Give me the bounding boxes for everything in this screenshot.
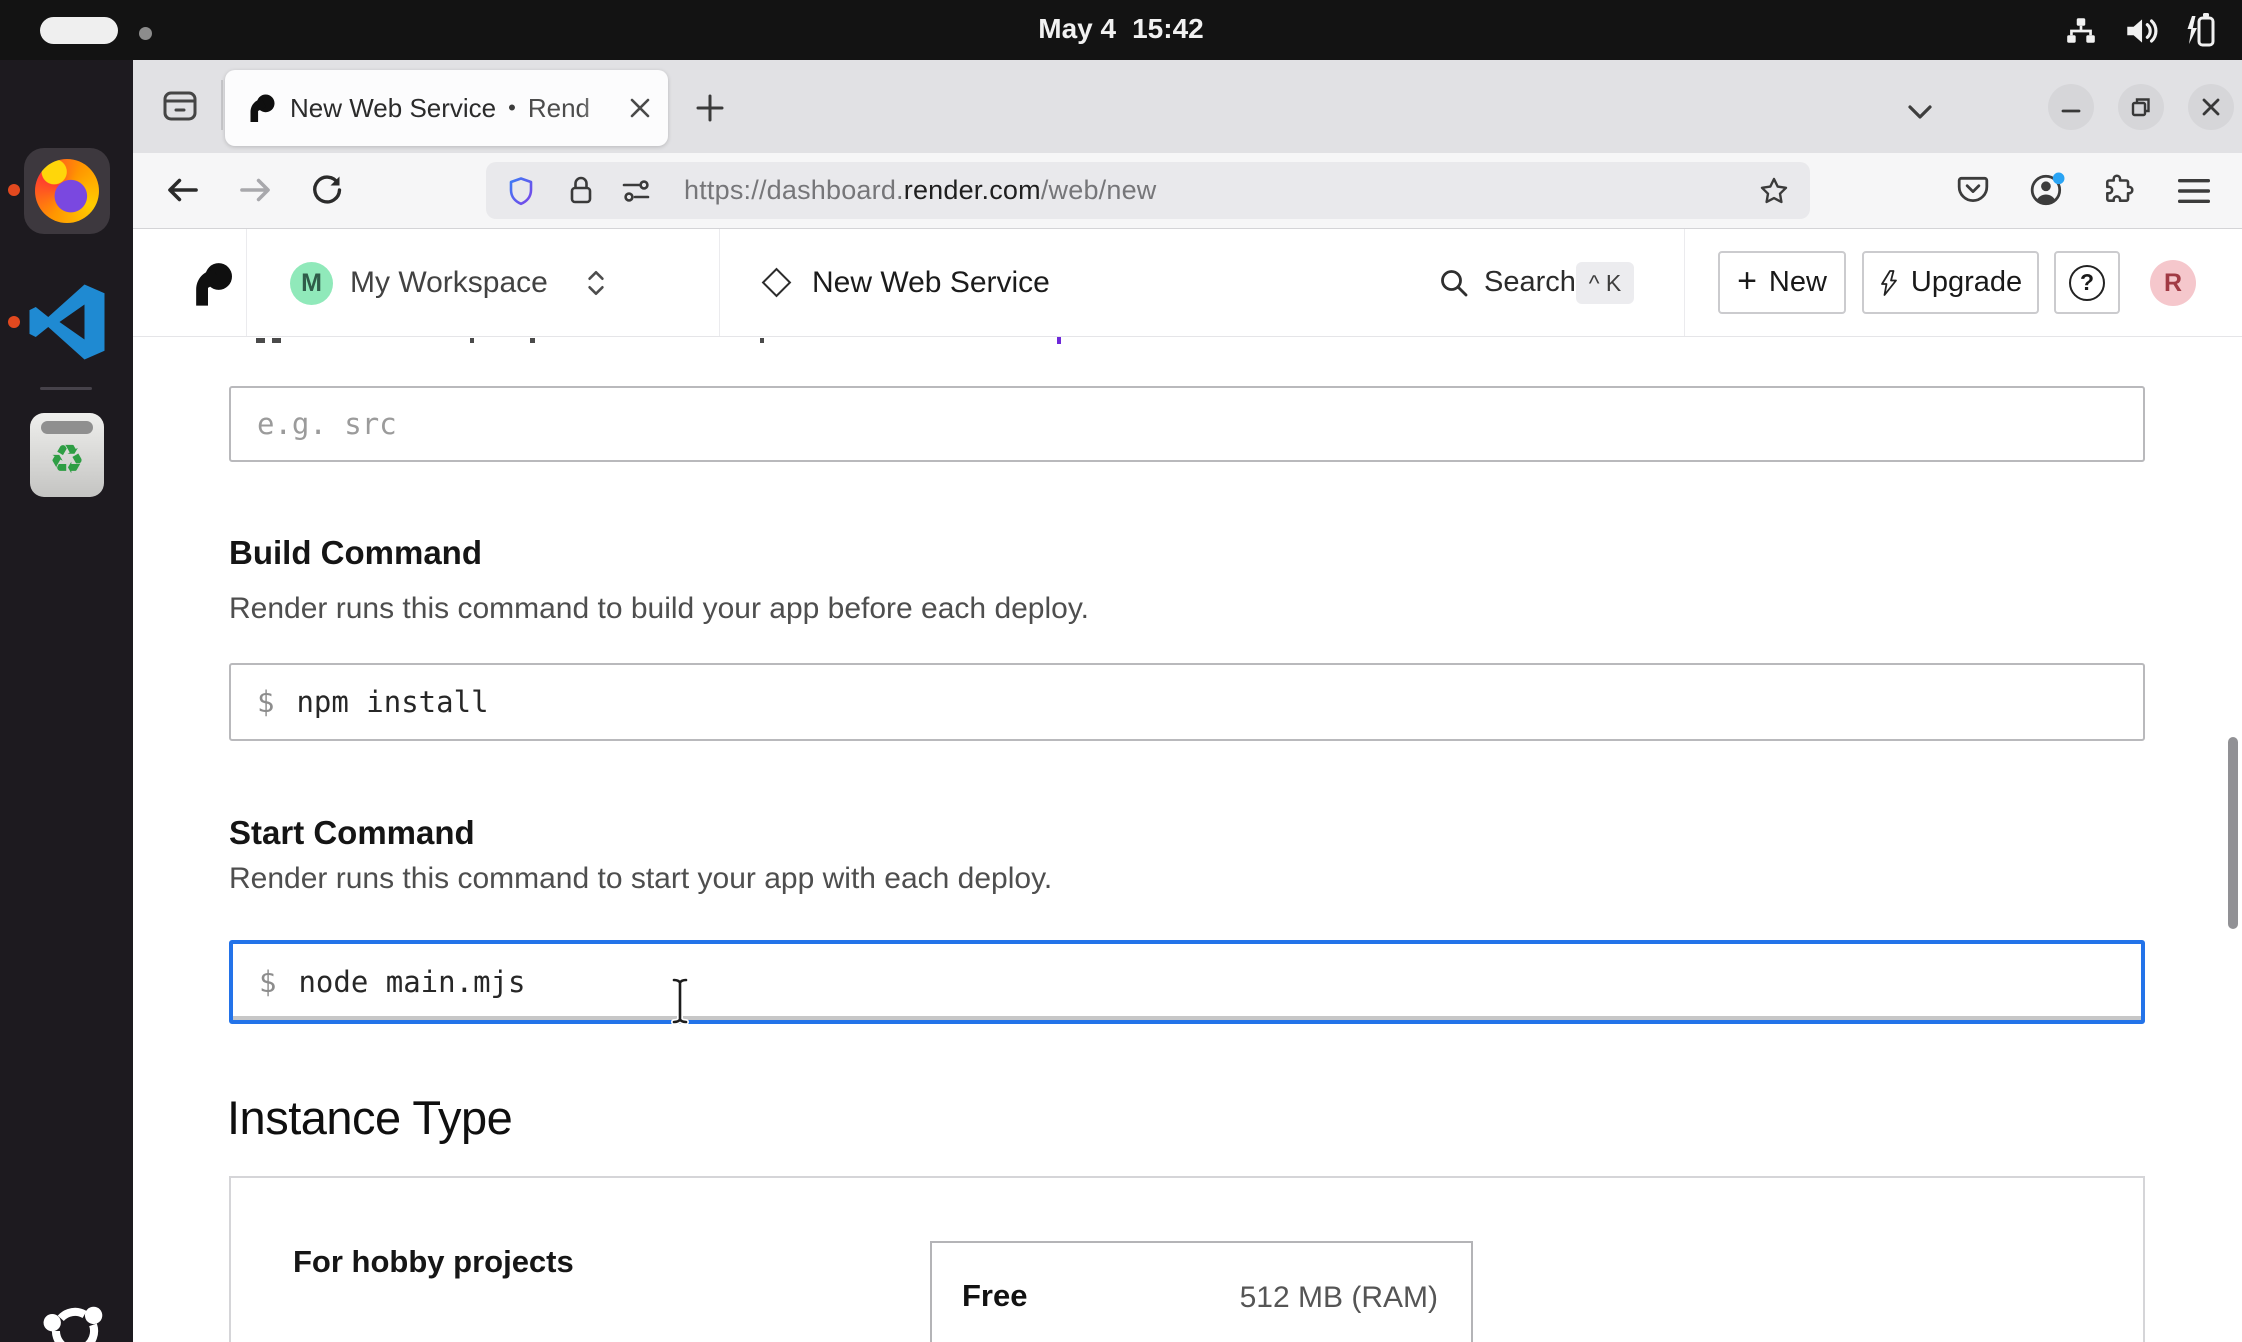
tab-close-icon[interactable] [628,96,652,120]
shell-prompt: $ [257,685,274,719]
build-command-description: Render runs this command to build your a… [229,592,1089,626]
reload-icon[interactable] [308,172,344,208]
build-command-value: npm install [296,685,488,719]
clipped-text-fragment [470,338,474,343]
text-cursor-pointer [666,976,694,1026]
dock-item-firefox[interactable] [24,148,110,234]
tabbar-separator [221,80,223,130]
instance-type-title: Instance Type [227,1090,512,1145]
page-title: New Web Service [812,229,1050,336]
start-command-title: Start Command [229,814,475,852]
lightning-bolt-icon [1879,269,1899,297]
forward-icon[interactable] [236,171,274,209]
start-command-description: Render runs this command to start your a… [229,862,1052,896]
dock: ♻ [0,60,133,1342]
window-minimize-button[interactable] [2048,84,2094,130]
list-all-tabs-chevron-icon[interactable] [1902,94,1938,130]
hamburger-menu-icon[interactable] [2176,178,2212,204]
minimize-icon [2060,96,2082,118]
help-button[interactable]: ? [2054,251,2120,314]
account-icon[interactable] [2028,172,2066,208]
clipped-text-fragment [530,338,535,343]
clipped-text-fragment [272,338,281,343]
firefox-icon [35,159,99,223]
workspace-select-chevrons-icon[interactable] [584,268,608,298]
extensions-puzzle-icon[interactable] [2102,172,2136,206]
instance-group-label: For hobby projects [293,1244,574,1280]
clock-time: 15:42 [1132,13,1204,45]
restore-icon [2129,95,2153,119]
tab-title-fade [580,76,630,140]
workspace-avatar[interactable]: M [290,262,333,305]
close-icon [2200,96,2222,118]
new-button[interactable]: + New [1718,251,1846,314]
workspace-indicator-dot[interactable] [139,27,152,40]
search-button[interactable]: Search [1484,229,1576,336]
recycle-icon: ♻ [30,437,104,483]
start-command-input[interactable]: $ node main.mjs [229,940,2145,1024]
trash-lid [41,421,93,434]
workspace-switcher[interactable]: My Workspace [350,229,548,336]
start-command-value: node main.mjs [298,965,525,999]
header-divider [1684,229,1685,336]
firefox-running-dot [8,184,20,196]
header-divider [719,229,720,336]
network-icon[interactable] [2064,14,2098,48]
url-subdomain: https://dashboard. [684,175,904,206]
window-close-button[interactable] [2188,84,2234,130]
window-restore-button[interactable] [2118,84,2164,130]
render-favicon [247,94,275,122]
back-icon[interactable] [164,171,202,209]
search-shortcut-badge: ^ K [1576,262,1634,304]
clipped-text-fragment [760,338,764,343]
dock-item-trash[interactable]: ♻ [30,413,104,497]
tracking-shield-icon[interactable] [506,176,536,206]
ubuntu-show-apps-icon[interactable] [38,1294,112,1342]
build-command-title: Build Command [229,534,482,572]
vscode-running-dot [8,316,20,328]
lock-icon[interactable] [566,174,596,206]
free-instance-ram: 512 MB (RAM) [1190,1281,1438,1315]
screen: May 4 15:42 ♻ [0,0,2242,1342]
pocket-icon[interactable] [1956,174,1990,206]
bookmark-star-icon[interactable] [1758,175,1790,207]
clock-date: May 4 [1038,13,1116,45]
user-avatar[interactable]: R [2150,260,2196,306]
plus-icon: + [1737,262,1757,301]
clipped-text-fragment [256,338,265,343]
url-domain: render.com [904,175,1041,206]
permissions-icon[interactable] [620,177,652,205]
shell-prompt: $ [259,965,276,999]
battery-charging-icon[interactable] [2182,11,2216,49]
firefox-view-icon[interactable] [158,84,202,128]
url-path: /web/new [1041,175,1157,206]
system-top-bar: May 4 15:42 [0,0,2242,60]
dock-item-vscode[interactable] [27,282,107,362]
workspace-indicator-pill[interactable] [40,17,118,44]
volume-icon[interactable] [2122,14,2160,48]
free-instance-name: Free [962,1278,1027,1314]
url-text[interactable]: https://dashboard.render.com/web/new [684,162,1157,219]
new-tab-icon[interactable] [692,90,728,126]
page-scrollbar-thumb[interactable] [2228,737,2238,929]
clock[interactable]: May 4 15:42 [1038,13,1203,45]
dock-divider [40,387,92,390]
tab-title: New Web Service • Rend [290,70,590,146]
clipped-text-fragment [1057,337,1061,344]
build-command-input[interactable]: $ npm install [229,663,2145,741]
account-notification-dot [2053,173,2065,185]
render-logo[interactable] [192,261,232,307]
search-icon[interactable] [1438,267,1470,299]
upgrade-button[interactable]: Upgrade [1862,251,2039,314]
question-mark-icon: ? [2069,265,2105,301]
tab-title-separator: • [508,95,516,121]
header-divider [246,229,247,336]
root-directory-input[interactable] [229,386,2145,462]
